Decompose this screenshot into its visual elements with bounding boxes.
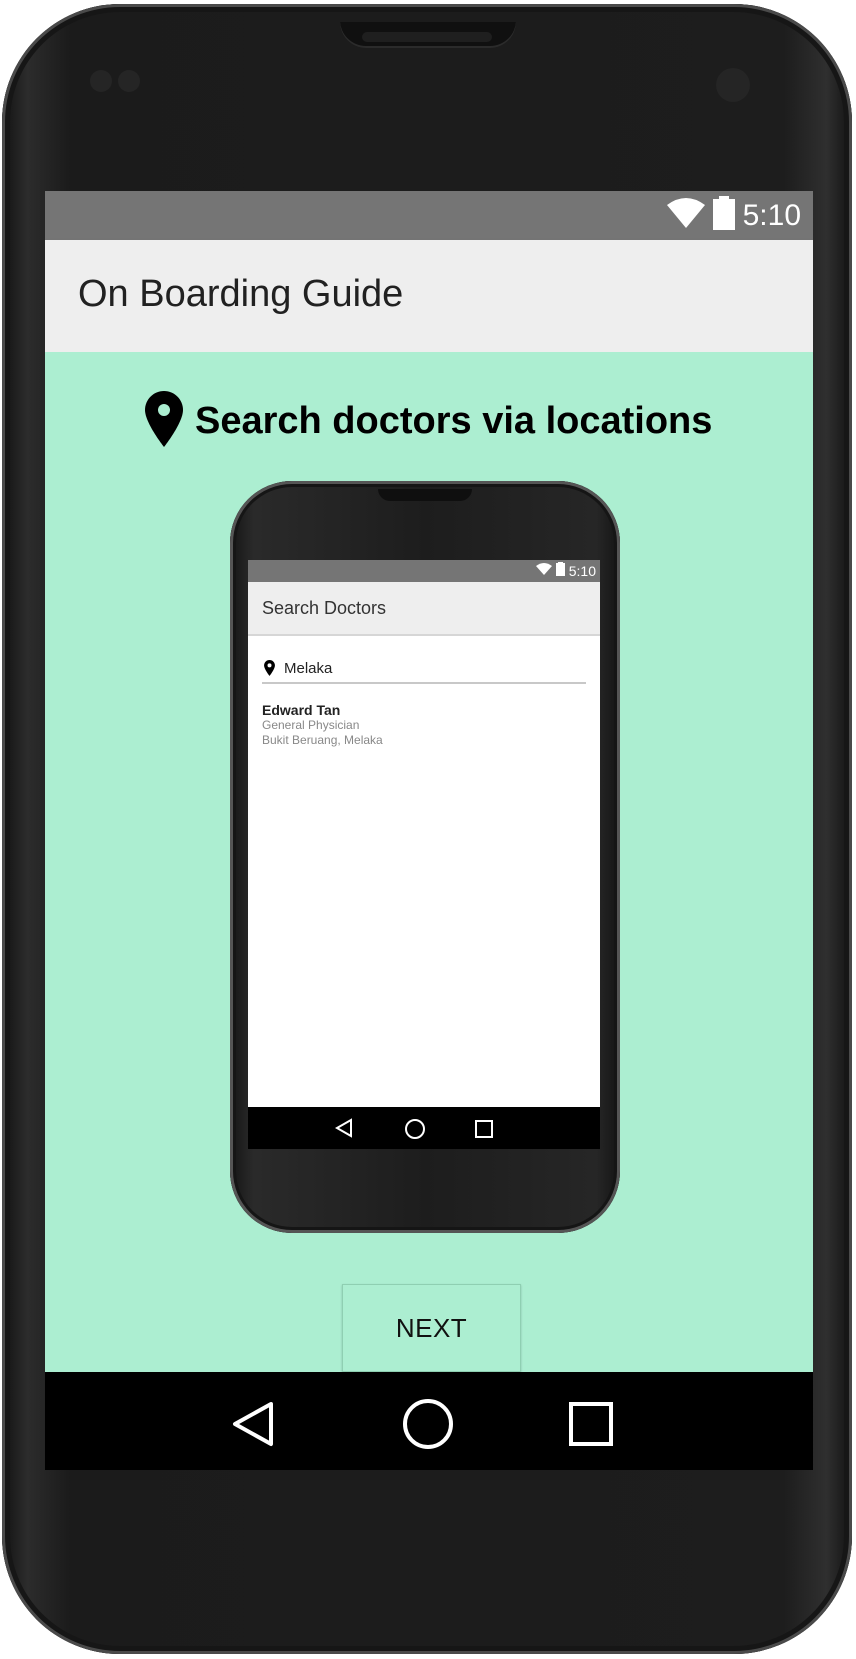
- status-bar: 5:10: [45, 191, 813, 240]
- preview-wifi-icon: [535, 562, 552, 580]
- preview-search-value: Melaka: [284, 660, 333, 677]
- preview-search-field: Melaka: [262, 658, 586, 684]
- preview-nav-bar: [248, 1107, 600, 1149]
- preview-battery-icon: [555, 561, 565, 581]
- preview-back-icon: [334, 1118, 354, 1143]
- app-bar: On Boarding Guide: [45, 240, 813, 352]
- preview-location-pin-icon: [264, 660, 275, 681]
- preview-doctor-specialty: General Physician: [262, 718, 360, 732]
- home-icon[interactable]: [400, 1396, 456, 1452]
- battery-icon: [712, 196, 735, 235]
- preview-status-bar: 5:10: [248, 560, 600, 582]
- preview-doctor-location: Bukit Beruang, Melaka: [262, 733, 383, 747]
- next-button[interactable]: NEXT: [342, 1284, 521, 1372]
- app-title: On Boarding Guide: [78, 273, 404, 315]
- sensor-dot: [118, 70, 140, 92]
- preview-earpiece: [378, 489, 472, 501]
- preview-doctor-name: Edward Tan: [262, 702, 341, 718]
- headline: Search doctors via locations: [145, 388, 765, 454]
- preview-recents-icon: [474, 1119, 494, 1144]
- status-time: 5:10: [742, 198, 801, 232]
- wifi-icon: [666, 198, 705, 233]
- next-button-label: NEXT: [395, 1312, 468, 1343]
- preview-title: Search Doctors: [262, 598, 387, 618]
- preview-app-bar: Search Doctors: [248, 582, 600, 636]
- preview-phone: 5:10 Search Doctors Melaka Edward Tan Ge…: [230, 481, 620, 1233]
- preview-screen: 5:10 Search Doctors Melaka Edward Tan Ge…: [248, 560, 600, 1149]
- front-camera: [716, 68, 750, 102]
- preview-result-item: Edward Tan General Physician Bukit Berua…: [262, 702, 383, 748]
- preview-status-time: 5:10: [568, 563, 596, 579]
- phone-frame: 5:10 On Boarding Guide Search doctors vi…: [2, 4, 852, 1654]
- nav-bar: [45, 1372, 813, 1470]
- location-pin-icon: [145, 390, 183, 452]
- back-icon[interactable]: [225, 1396, 281, 1452]
- preview-home-icon: [404, 1118, 426, 1145]
- speaker-grill: [362, 32, 492, 42]
- recents-icon[interactable]: [563, 1396, 619, 1452]
- headline-text: Search doctors via locations: [195, 399, 713, 442]
- screen: 5:10 On Boarding Guide Search doctors vi…: [45, 191, 813, 1470]
- onboarding-content: Search doctors via locations 5:10 Search…: [45, 352, 813, 1356]
- sensor-dot: [90, 70, 112, 92]
